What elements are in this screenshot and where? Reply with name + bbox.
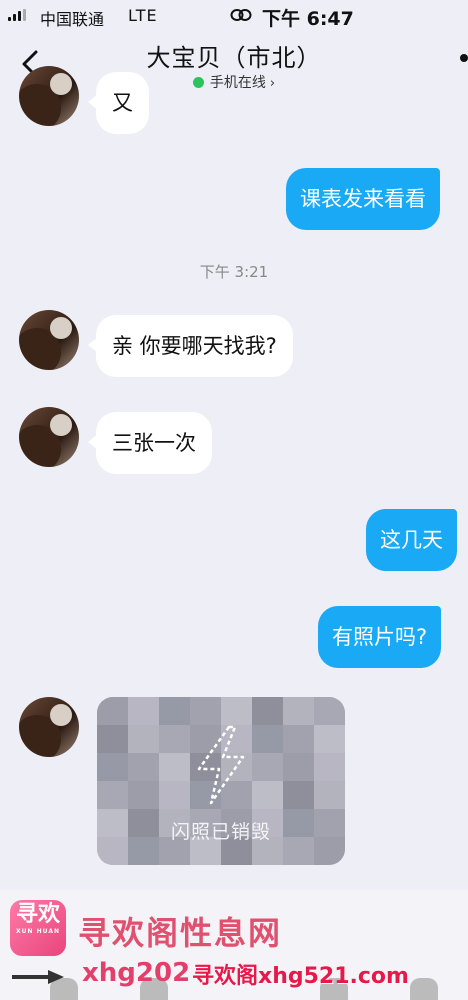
mosaic-cell	[97, 697, 128, 725]
mosaic-cell	[314, 697, 345, 725]
watermark-logo: 寻欢 XUN HUAN	[10, 900, 66, 956]
mosaic-cell	[128, 725, 159, 753]
carrier-label: 中国联通	[40, 10, 105, 29]
mosaic-cell	[221, 697, 252, 725]
status-bar: 中国联通 LTE 下午 6:47	[0, 0, 468, 32]
watermark-overlay: 寻欢阁xhg521.com	[192, 964, 409, 989]
link-icon	[230, 9, 252, 21]
mosaic-cell	[314, 753, 345, 781]
arrow-icon	[12, 970, 64, 984]
mosaic-cell	[159, 753, 190, 781]
message-bubble-incoming[interactable]: 亲 你要哪天找我?	[88, 315, 293, 377]
mosaic-cell	[252, 697, 283, 725]
lightning-icon	[197, 725, 245, 805]
watermark-url-partial: xhg202	[82, 958, 191, 988]
message-bubble-incoming[interactable]: 三张一次	[88, 412, 212, 474]
online-dot-icon	[192, 77, 204, 88]
mosaic-cell	[128, 753, 159, 781]
mosaic-cell	[159, 781, 190, 809]
mosaic-cell	[97, 725, 128, 753]
mosaic-cell	[159, 725, 190, 753]
mosaic-cell	[128, 697, 159, 725]
mosaic-cell	[159, 697, 190, 725]
mosaic-cell	[283, 753, 314, 781]
mosaic-cell	[128, 781, 159, 809]
mosaic-cell	[190, 697, 221, 725]
flash-photo-label: 闪照已销毁	[170, 821, 271, 843]
contact-avatar[interactable]	[19, 407, 79, 467]
more-icon[interactable]	[460, 54, 468, 62]
flash-photo-message[interactable]: 闪照已销毁	[97, 697, 345, 865]
mosaic-cell	[252, 753, 283, 781]
message-bubble-outgoing[interactable]: 课表发来看看	[286, 168, 440, 230]
contact-name[interactable]: 大宝贝（市北）	[0, 38, 468, 73]
message-timestamp: 下午 3:21	[199, 263, 269, 281]
contact-avatar[interactable]	[19, 310, 79, 370]
watermark-logo-text: 寻欢	[15, 902, 60, 927]
chevron-right-icon: ›	[269, 76, 276, 91]
mosaic-cell	[252, 781, 283, 809]
contact-avatar[interactable]	[19, 697, 79, 757]
message-bubble-outgoing[interactable]: 这几天	[366, 509, 457, 571]
contact-avatar[interactable]	[19, 66, 79, 126]
network-label: LTE	[128, 6, 158, 25]
mosaic-cell	[252, 725, 283, 753]
message-bubble-incoming[interactable]: 又	[88, 72, 149, 134]
mosaic-cell	[314, 725, 345, 753]
message-bubble-outgoing[interactable]: 有照片吗?	[318, 606, 442, 668]
mosaic-cell	[283, 725, 314, 753]
mosaic-cell	[97, 753, 128, 781]
watermark-title: 寻欢阁性息网	[78, 914, 283, 952]
watermark-logo-subtext: XUN HUAN	[16, 928, 60, 935]
mosaic-cell	[314, 781, 345, 809]
emoji-icon[interactable]	[410, 978, 438, 1000]
mosaic-cell	[97, 781, 128, 809]
online-status-label: 手机在线	[209, 75, 266, 91]
clock: 下午 6:47	[262, 8, 354, 30]
signal-icon	[8, 9, 26, 21]
mosaic-cell	[283, 697, 314, 725]
mosaic-cell	[283, 781, 314, 809]
